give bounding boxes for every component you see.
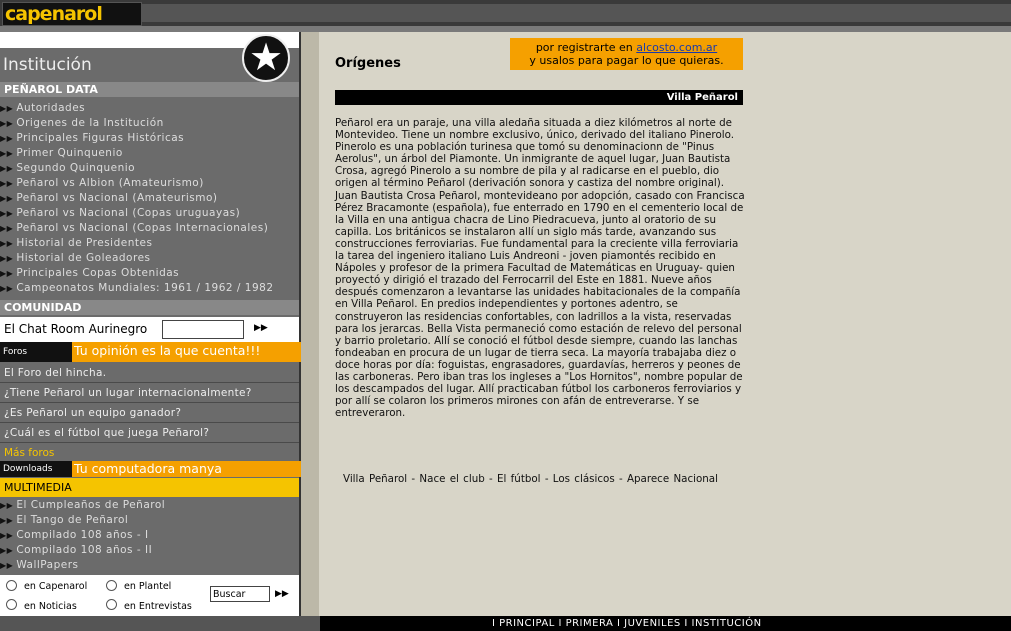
menu-item-goleadores[interactable]: ▶▶ Historial de Goleadores (0, 251, 299, 266)
ad-link[interactable]: alcosto.com.ar (636, 41, 717, 54)
section-multimedia: MULTIMEDIA (0, 478, 299, 497)
forum-link[interactable]: ¿Tiene Peñarol un lugar internacionalmen… (0, 383, 299, 403)
menu-item-origenes[interactable]: ▶▶ Origenes de la Institución (0, 116, 299, 131)
footer: I PRINCIPAL I PRIMERA I JUVENILES I INST… (0, 616, 1011, 631)
menu-item-presidentes[interactable]: ▶▶ Historial de Presidentes (0, 236, 299, 251)
multimedia-item-compilado-2[interactable]: ▶▶ Compilado 108 años - II (0, 543, 299, 558)
radio-plantel[interactable] (106, 580, 117, 591)
double-arrow-icon: ▶▶ (0, 501, 14, 510)
star-icon: ★ (242, 34, 290, 82)
forum-link[interactable]: ¿Cuál es el fútbol que juega Peñarol? (0, 423, 299, 443)
double-arrow-icon: ▶▶ (0, 104, 14, 113)
sidebar-heading-text: Institución (3, 55, 92, 75)
search-input[interactable]: Buscar (210, 586, 270, 602)
menu-item-albion[interactable]: ▶▶ Peñarol vs Albion (Amateurismo) (0, 176, 299, 191)
menu-item-segundo-quinquenio[interactable]: ▶▶ Segundo Quinquenio (0, 161, 299, 176)
article-nav-links[interactable]: Villa Peñarol - Nace el club - El fútbol… (343, 473, 718, 485)
radio-label: en Noticias (24, 601, 77, 612)
footer-nav[interactable]: I PRINCIPAL I PRIMERA I JUVENILES I INST… (492, 616, 762, 631)
section-comunidad: COMUNIDAD (0, 300, 299, 315)
radio-entrevistas[interactable] (106, 599, 117, 610)
menu-item-mundiales[interactable]: ▶▶ Campeonatos Mundiales: 1961 / 1962 / 1… (0, 281, 299, 296)
multimedia-item-wallpapers[interactable]: ▶▶ WallPapers (0, 558, 299, 573)
footer-left-block (0, 616, 320, 631)
main-content: Orígenes por registrarte en alcosto.com.… (319, 32, 1011, 616)
forum-link[interactable]: El Foro del hincha. (0, 363, 299, 383)
double-arrow-icon: ▶▶ (0, 546, 14, 555)
double-arrow-icon: ▶▶ (0, 239, 14, 248)
double-arrow-icon: ▶▶ (0, 209, 14, 218)
chat-room-row: El Chat Room Aurinegro ▶▶ (0, 317, 299, 342)
double-arrow-icon: ▶▶ (0, 254, 14, 263)
radio-label: en Entrevistas (124, 601, 192, 612)
radio-label: en Plantel (124, 581, 172, 592)
menu-item-primer-quinquenio[interactable]: ▶▶ Primer Quinquenio (0, 146, 299, 161)
double-arrow-icon: ▶▶ (0, 134, 14, 143)
article-body: Peñarol era un paraje, una villa aledaña… (335, 117, 745, 420)
downloads-banner[interactable]: Tu computadora manya (72, 461, 301, 477)
double-arrow-icon: ▶▶ (0, 269, 14, 278)
menu-item-nacional-copas-uy[interactable]: ▶▶ Peñarol vs Nacional (Copas uruguayas) (0, 206, 299, 221)
downloads-label: Downloads (0, 461, 72, 477)
chat-nick-input[interactable] (162, 320, 244, 339)
forum-link[interactable]: ¿Es Peñarol un equipo ganador? (0, 403, 299, 423)
mas-foros-link[interactable]: Más foros (0, 445, 299, 461)
double-arrow-icon: ▶▶ (0, 119, 14, 128)
foros-banner-row: Foros Tu opinión es la que cuenta!!! (0, 342, 301, 362)
double-arrow-icon: ▶▶ (0, 179, 14, 188)
chat-go-arrow-icon[interactable]: ▶▶ (254, 323, 268, 333)
double-arrow-icon: ▶▶ (0, 194, 14, 203)
menu-item-autoridades[interactable]: ▶▶ Autoridades (0, 101, 299, 116)
foros-label: Foros (0, 342, 72, 362)
search-area: en Capenarol en Plantel en Noticias en E… (0, 575, 299, 616)
search-go-arrow-icon[interactable]: ▶▶ (275, 589, 289, 599)
page-title: Orígenes (335, 56, 401, 71)
section-title-bar: Villa Peñarol (335, 90, 743, 105)
radio-label: en Capenarol (24, 581, 88, 592)
section-penarol-data: PEÑAROL DATA (0, 82, 299, 97)
top-banner (142, 4, 1011, 22)
menu-item-nacional-amateurismo[interactable]: ▶▶ Peñarol vs Nacional (Amateurismo) (0, 191, 299, 206)
site-logo[interactable]: capenarol (2, 2, 142, 26)
top-bar: capenarol (0, 0, 1011, 26)
double-arrow-icon: ▶▶ (0, 516, 14, 525)
sidebar: Institución ★ PEÑAROL DATA ▶▶ Autoridades… (0, 32, 301, 616)
multimedia-item-compilado-1[interactable]: ▶▶ Compilado 108 años - I (0, 528, 299, 543)
ad-banner[interactable]: por registrarte en alcosto.com.ar y usal… (510, 38, 743, 70)
menu-item-copas[interactable]: ▶▶ Principales Copas Obtenidas (0, 266, 299, 281)
radio-noticias[interactable] (6, 599, 17, 610)
menu-item-nacional-copas-int[interactable]: ▶▶ Peñarol vs Nacional (Copas Internacion… (0, 221, 299, 236)
multimedia-menu: ▶▶ El Cumpleaños de Peñarol ▶▶ El Tango de… (0, 498, 299, 573)
multimedia-item-cumpleanos[interactable]: ▶▶ El Cumpleaños de Peñarol (0, 498, 299, 513)
content-gutter (301, 32, 319, 616)
double-arrow-icon: ▶▶ (0, 284, 14, 293)
ad-line-1: por registrarte en alcosto.com.ar (535, 41, 718, 54)
downloads-banner-row: Downloads Tu computadora manya (0, 461, 301, 477)
double-arrow-icon: ▶▶ (0, 531, 14, 540)
radio-capenarol[interactable] (6, 580, 17, 591)
penarol-data-menu: ▶▶ Autoridades ▶▶ Origenes de la Instituci… (0, 101, 299, 296)
menu-item-figuras[interactable]: ▶▶ Principales Figuras Históricas (0, 131, 299, 146)
double-arrow-icon: ▶▶ (0, 164, 14, 173)
multimedia-item-tango[interactable]: ▶▶ El Tango de Peñarol (0, 513, 299, 528)
double-arrow-icon: ▶▶ (0, 561, 14, 570)
ad-line-2: y usalos para pagar lo que quieras. (529, 54, 724, 67)
double-arrow-icon: ▶▶ (0, 224, 14, 233)
double-arrow-icon: ▶▶ (0, 149, 14, 158)
foros-banner[interactable]: Tu opinión es la que cuenta!!! (72, 342, 301, 362)
chat-room-label: El Chat Room Aurinegro (4, 322, 148, 336)
